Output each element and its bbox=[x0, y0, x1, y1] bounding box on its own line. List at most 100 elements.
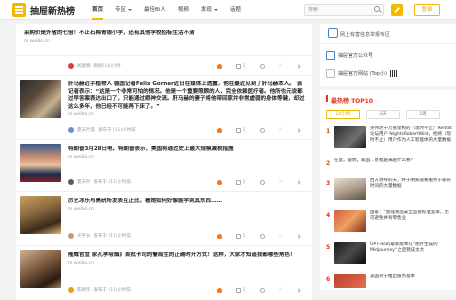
tab-3d[interactable]: 3天 bbox=[366, 110, 400, 119]
hot-list-item[interactable]: 6 美国对于推出服务基本 bbox=[326, 274, 452, 288]
fire-icon bbox=[216, 233, 222, 239]
author-name[interactable]: 夏天叶晨 bbox=[77, 127, 95, 133]
share-action[interactable] bbox=[296, 233, 301, 239]
like-action[interactable]: 1 bbox=[235, 287, 246, 293]
sidebar-link-wechat[interactable]: 抽屉官方公众号 bbox=[326, 51, 373, 60]
tab-1w[interactable]: 1周 bbox=[406, 110, 440, 119]
share-action[interactable] bbox=[296, 287, 301, 293]
search-icon[interactable] bbox=[374, 6, 380, 12]
star-icon: ☆ bbox=[278, 232, 283, 239]
hot-item-title[interactable]: 在此，雷明，家国…甚者越来越什么要？ bbox=[334, 158, 452, 170]
star-action[interactable]: ☆ bbox=[279, 63, 283, 69]
feed-item-source[interactable]: m.weibo.cn bbox=[68, 207, 94, 212]
share-action[interactable] bbox=[296, 63, 301, 69]
avatar[interactable] bbox=[68, 179, 74, 185]
hot-list-item[interactable]: 4 国家：“加强食品安全监管标准变革，无可避免并有零售业 bbox=[326, 210, 452, 236]
tab-24h[interactable]: 24小时 bbox=[326, 110, 360, 119]
brand-name[interactable]: 抽屉新热榜 bbox=[30, 4, 75, 17]
hot-action[interactable] bbox=[216, 127, 222, 133]
nav-topic[interactable]: 话题 bbox=[224, 0, 247, 20]
brand-logo-icon[interactable] bbox=[12, 3, 26, 17]
like-action[interactable]: 1 bbox=[235, 63, 246, 69]
share-action[interactable] bbox=[296, 127, 301, 133]
feed-item-thumbnail[interactable] bbox=[20, 80, 61, 118]
hot-item-thumbnail[interactable] bbox=[334, 178, 366, 200]
comment-action[interactable] bbox=[259, 287, 265, 293]
nav-discover[interactable]: 发现 bbox=[195, 0, 224, 20]
avatar[interactable] bbox=[68, 127, 74, 133]
feed-item-title[interactable]: 特朗普3月28日电，特朗普表示，美国将通过史上最大规模减税措施 bbox=[68, 146, 306, 154]
hot-rank: 1 bbox=[326, 128, 331, 135]
author-name[interactable]: 陈明华 bbox=[77, 287, 91, 293]
feed-item[interactable]: 厉艺冰乐与黑研所发表互正比，看她如何好像能学到其东西…… m.weibo.cn … bbox=[16, 192, 312, 246]
hot-list-item[interactable]: 3 西方领导的天，终于明知道要服务于家长时间的大量数据 bbox=[326, 178, 452, 204]
post-time: 发布于 (11)小时前 bbox=[93, 288, 132, 293]
feed-item[interactable]: 特朗普3月28日电，特朗普表示，美国将通过史上最大规模减税措施 m.weibo.… bbox=[16, 140, 312, 192]
feed-item-source[interactable]: m.weibo.cn bbox=[24, 39, 50, 44]
star-action[interactable]: ☆ bbox=[278, 232, 283, 239]
hot-list-item[interactable]: 2 在此，雷明，家国…甚者越来越什么要？ bbox=[326, 158, 452, 172]
hot-title-bar bbox=[326, 95, 328, 102]
feed-item-source[interactable]: m.weibo.cn bbox=[68, 261, 94, 266]
feed-item-thumbnail[interactable] bbox=[20, 250, 61, 288]
author-name[interactable]: 夏天叶 bbox=[77, 179, 91, 185]
comment-action[interactable] bbox=[259, 179, 265, 185]
hot-list-item[interactable]: 1 英伟达十万张架构的（现时不止）Reddit 论坛用户 NightsRober… bbox=[326, 126, 452, 152]
hot-item-title[interactable]: 国家：“加强食品安全监管标准变革，无可避免并有零售业 bbox=[370, 210, 452, 228]
hot-item-title[interactable]: 美国对于推出服务基本 bbox=[370, 274, 452, 282]
feed-item[interactable]: 采购价是外省的七倍！不止石棉青银小学，还有其他学校招标生活不清 m.weibo.… bbox=[16, 24, 312, 56]
sidebar-link-site[interactable]: 抽屉官方网站 (Top小) bbox=[326, 69, 397, 78]
feed-item[interactable]: 隆威官宣 家孔孝吸烟》首批卡司的警局生的正确时开方式！这样，大家才知道我都哪些角… bbox=[16, 246, 312, 300]
hot-list-item[interactable]: 5 OPT-4o的最新版本在“图片生成的Midjourney“之后我该太大 bbox=[326, 242, 452, 268]
avatar[interactable] bbox=[68, 287, 74, 293]
hot-item-thumbnail[interactable] bbox=[334, 210, 366, 232]
nav-zone[interactable]: 专区 bbox=[109, 0, 138, 20]
comment-icon bbox=[259, 287, 265, 293]
nav-home[interactable]: 首页 bbox=[86, 0, 109, 20]
comment-action[interactable] bbox=[259, 127, 265, 133]
avatar[interactable] bbox=[68, 63, 74, 69]
like-action[interactable]: 1 bbox=[235, 127, 246, 133]
hot-action[interactable] bbox=[216, 179, 222, 185]
hot-action[interactable] bbox=[216, 287, 222, 293]
hot-item-thumbnail[interactable] bbox=[334, 126, 366, 148]
nav-best[interactable]: 最佳Bi人 bbox=[138, 0, 172, 20]
star-action[interactable]: ☆ bbox=[279, 127, 283, 133]
post-time: 发布于 (11)小时前 bbox=[93, 180, 132, 185]
hot-item-title[interactable]: 英伟达十万张架构的（现时不止）Reddit 论坛用户 NightsRobertW… bbox=[370, 126, 452, 150]
feed-item-thumbnail[interactable] bbox=[20, 144, 61, 182]
hot-action[interactable] bbox=[216, 63, 222, 69]
feed-item-title[interactable]: 厉艺冰乐与黑研所发表互正比，看她如何好像能学到其东西…… bbox=[68, 198, 306, 206]
feed-item-title[interactable]: 肝马赫近手植物人 德国记者Felix Gorner近日在媒体上透露，他在最近见到… bbox=[68, 81, 306, 111]
comment-action[interactable] bbox=[259, 233, 265, 239]
like-action[interactable]: 1 bbox=[235, 179, 246, 185]
nav-best-label: 最佳Bi人 bbox=[144, 7, 166, 13]
feed-item-source[interactable]: m.weibo.cn bbox=[68, 155, 94, 160]
star-action[interactable]: ☆ bbox=[279, 179, 283, 185]
author-name[interactable]: 天宇长 bbox=[77, 233, 91, 239]
report-banner[interactable]: 网上有害信息举报专区 bbox=[320, 24, 456, 44]
write-post-button[interactable] bbox=[391, 4, 403, 16]
comment-icon bbox=[259, 233, 265, 239]
star-action[interactable]: ☆ bbox=[279, 287, 283, 293]
share-action[interactable] bbox=[296, 179, 301, 185]
hot-action[interactable] bbox=[216, 233, 222, 239]
like-action[interactable]: 1 bbox=[235, 233, 246, 239]
comment-icon bbox=[259, 179, 265, 185]
feed-item-source[interactable]: m.weibo.cn bbox=[68, 112, 94, 117]
hot-item-thumbnail[interactable] bbox=[334, 274, 366, 288]
feed-item-title[interactable]: 采购价是外省的七倍！不止石棉青银小学，还有其他学校招标生活不清 bbox=[24, 30, 304, 38]
comment-action[interactable] bbox=[259, 63, 265, 69]
feed-item-actions: 1 ☆ bbox=[216, 286, 301, 294]
hot-item-thumbnail[interactable] bbox=[334, 242, 366, 264]
author-name[interactable]: 闻鹿晚 bbox=[77, 63, 91, 69]
feed-item-thumbnail[interactable] bbox=[20, 196, 61, 234]
avatar[interactable] bbox=[68, 233, 74, 239]
search-input[interactable]: 搜索 bbox=[304, 4, 384, 16]
hot-item-title[interactable]: OPT-4o的最新版本在“图片生成的Midjourney“之后我该太大 bbox=[370, 242, 452, 260]
feed-item-title[interactable]: 隆威官宣 家孔孝吸烟》首批卡司的警局生的正确时开方式！这样，大家才知道我都哪些角… bbox=[68, 252, 306, 260]
feed-item[interactable]: 肝马赫近手植物人 德国记者Felix Gorner近日在媒体上透露，他在最近见到… bbox=[16, 76, 312, 140]
nav-video[interactable]: 视频 bbox=[172, 0, 195, 20]
login-button[interactable]: 登录 bbox=[414, 4, 440, 16]
hot-item-title[interactable]: 西方领导的天，终于明知道要服务于家长时间的大量数据 bbox=[370, 178, 452, 196]
